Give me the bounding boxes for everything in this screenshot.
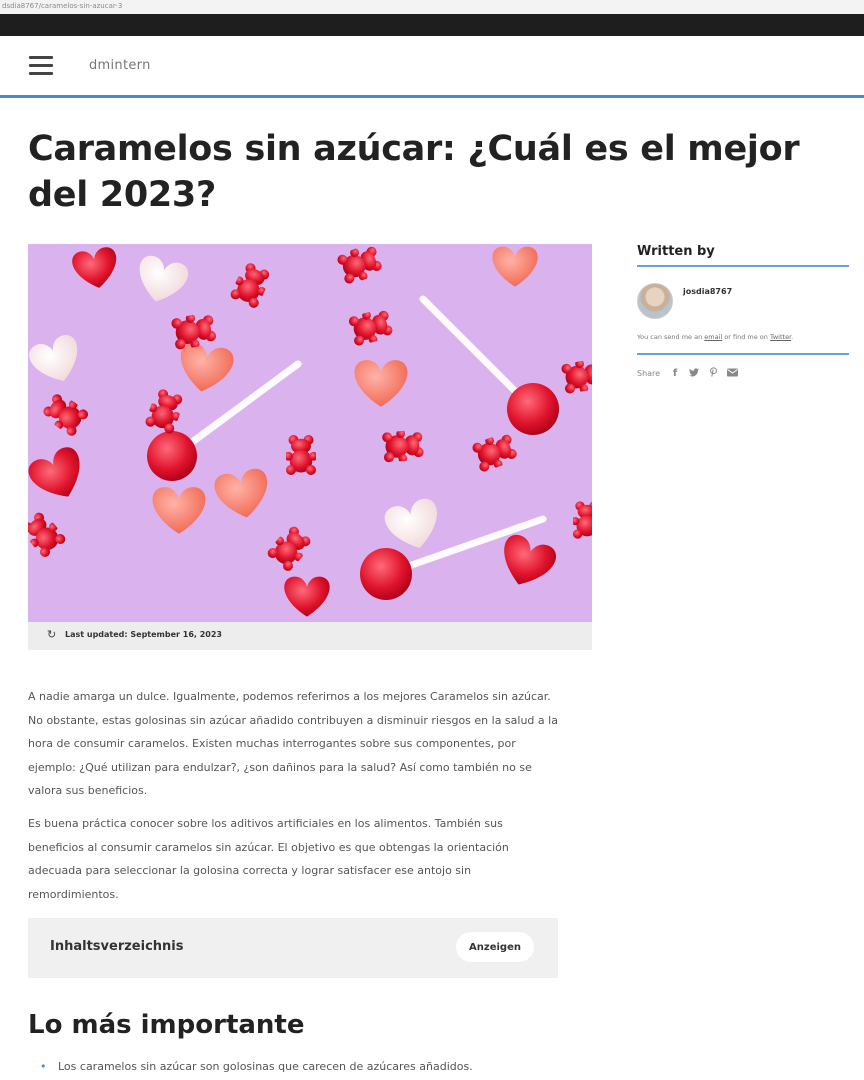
contact-prefix: You can send me an <box>637 333 705 341</box>
list-item: Los caramelos sin azúcar son golosinas q… <box>40 1060 560 1073</box>
email-icon[interactable] <box>725 368 739 380</box>
section-heading: Lo más importante <box>28 1010 305 1040</box>
author-name[interactable]: josdia8767 <box>683 287 732 296</box>
twitter-link[interactable]: Twitter <box>770 333 791 341</box>
page-title: Caramelos sin azúcar: ¿Cuál es el mejor … <box>28 129 800 215</box>
share-bar: Share f <box>637 367 849 380</box>
author-contact: You can send me an email or find me on T… <box>637 333 849 355</box>
refresh-icon: ↻ <box>47 628 57 641</box>
key-points-list: Los caramelos sin azúcar son golosinas q… <box>40 1060 560 1073</box>
facebook-icon[interactable]: f <box>668 368 682 379</box>
avatar[interactable] <box>637 283 673 319</box>
hamburger-menu-icon[interactable] <box>29 56 53 76</box>
sidebar-heading: Written by <box>637 244 849 267</box>
site-name[interactable]: dmintern <box>89 58 151 73</box>
hero-image <box>28 244 592 622</box>
table-of-contents: Inhaltsverzeichnis Anzeigen <box>28 918 558 978</box>
last-updated: Last updated: September 16, 2023 <box>65 630 222 639</box>
site-header: dmintern <box>0 36 864 98</box>
article-paragraph-2: Es buena práctica conocer sobre los adit… <box>28 817 509 901</box>
email-link[interactable]: email <box>704 333 722 341</box>
article-paragraph-1: A nadie amarga un dulce. Igualmente, pod… <box>28 690 558 797</box>
share-label: Share <box>637 369 661 378</box>
author-sidebar: Written by josdia8767 You can send me an… <box>637 244 849 380</box>
contact-middle: or find me on <box>722 333 770 341</box>
browser-toolbar <box>0 14 864 36</box>
toc-label: Inhaltsverzeichnis <box>50 939 184 954</box>
browser-url-bar[interactable]: dsdia8767/caramelos-sin-azucar-3 <box>0 0 864 14</box>
twitter-icon[interactable] <box>687 367 701 380</box>
pinterest-icon[interactable] <box>706 367 720 380</box>
candy-illustration <box>28 244 592 617</box>
toc-show-button[interactable]: Anzeigen <box>456 932 534 962</box>
contact-suffix: . <box>791 333 794 341</box>
browser-url: dsdia8767/caramelos-sin-azucar-3 <box>2 2 123 10</box>
author-block: josdia8767 <box>637 283 849 333</box>
image-caption: ↻ Last updated: September 16, 2023 <box>28 622 592 650</box>
